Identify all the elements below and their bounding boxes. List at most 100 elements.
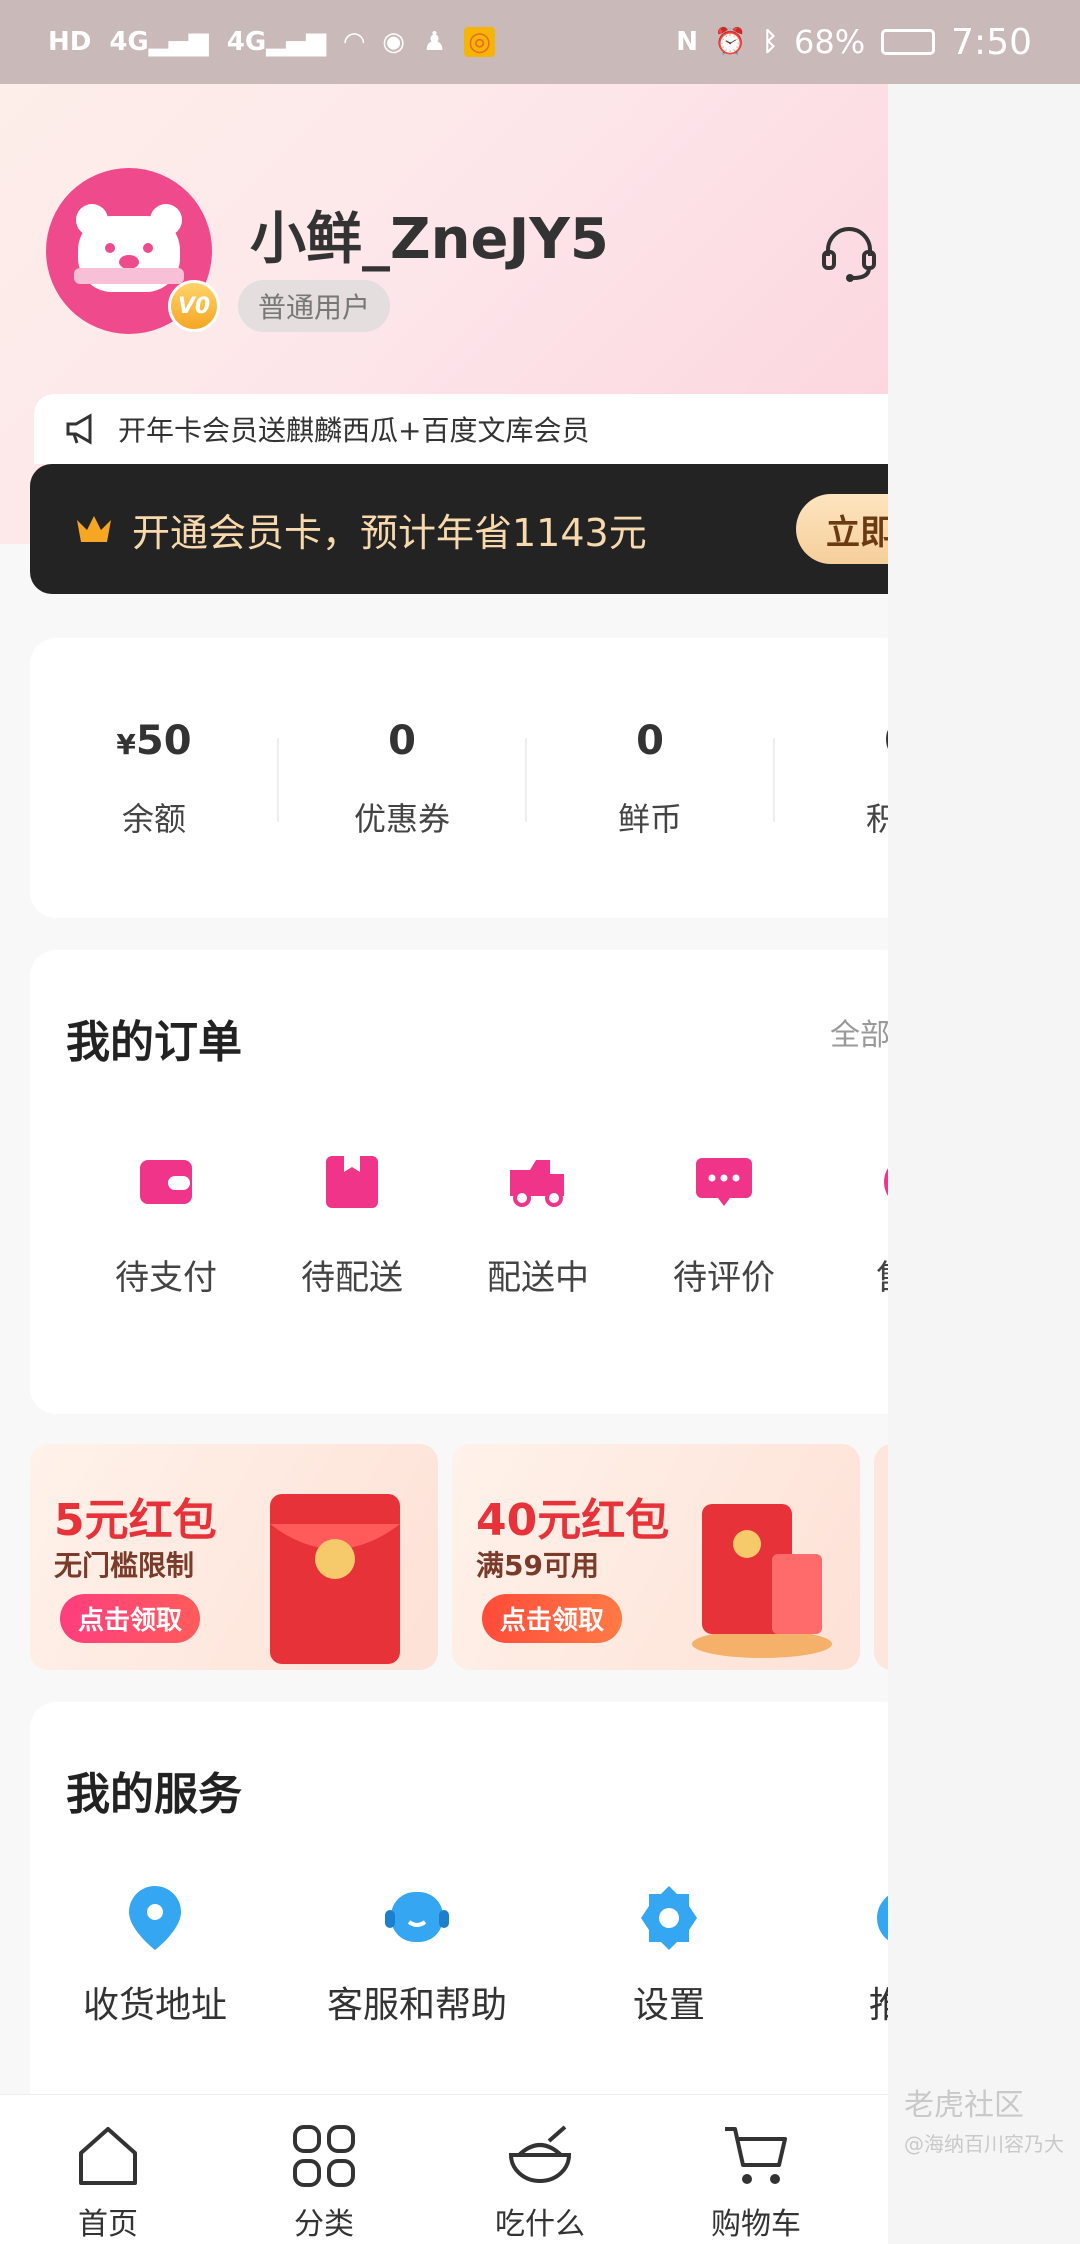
alarm-icon: ⏰ <box>714 27 747 57</box>
aftersale-icon <box>884 1168 888 1196</box>
currency-symbol: ¥ <box>116 728 136 761</box>
service-settings[interactable]: 设置 <box>594 1882 744 2028</box>
asset-label: 鲜币 <box>617 800 682 838</box>
wifi-icon: ◠ <box>344 27 365 57</box>
signal-4g-icon: 4G▂▄▆ <box>109 27 209 57</box>
promo-subtitle: 无门槛限制 <box>54 1549 195 1582</box>
package-icon <box>326 1156 378 1208</box>
order-pending-review[interactable]: 待评价 <box>634 1150 814 1299</box>
vip-text: 开通会员卡，预计年省1143元 <box>132 510 647 555</box>
user-type-badge: 普通用户 <box>238 280 391 332</box>
notice-banner[interactable]: 开年卡会员送麒麟西瓜+百度文库会员 <box>34 394 888 464</box>
service-label: 客服和帮助 <box>326 1985 507 2026</box>
assets-card: ¥50 余额 0 优惠券 0 鲜币 0 积分 <box>30 638 888 918</box>
clock: 7:50 <box>951 21 1032 63</box>
battery-icon <box>881 29 936 55</box>
nav-what-to-eat[interactable]: 吃什么 <box>470 2121 610 2243</box>
level-badge: V0 <box>168 280 220 332</box>
chat-icon <box>696 1158 752 1206</box>
order-after-sale[interactable]: 售后 <box>820 1150 888 1299</box>
asset-points[interactable]: 0 积分 <box>774 718 888 840</box>
nfc-icon: N <box>676 27 699 57</box>
promo-claim-button[interactable]: 点击领取 <box>60 1594 201 1643</box>
orders-all-link[interactable]: 全部 <box>830 1010 888 1054</box>
asset-value: 50 <box>135 718 192 764</box>
nav-category[interactable]: 分类 <box>254 2121 394 2243</box>
eye-icon: ◉ <box>382 27 405 57</box>
promo-card-40yuan[interactable]: 40元红包 满59可用 点击领取 <box>452 1444 860 1670</box>
weibo-icon: ◎ <box>464 27 495 57</box>
service-address[interactable]: 收货地址 <box>60 1882 250 2028</box>
app-screen: V0 小鲜_ZneJY5 普通用户 开年卡会员送麒麟西瓜+百度文库会员 开通会员… <box>0 84 888 2244</box>
asset-label: 余额 <box>121 800 186 838</box>
asset-value: 0 <box>884 718 888 764</box>
category-icon <box>293 2125 355 2187</box>
notice-text: 开年卡会员送麒麟西瓜+百度文库会员 <box>118 414 590 447</box>
order-label: 待支付 <box>115 1258 217 1298</box>
bear-mascot-icon <box>74 204 184 292</box>
asset-label: 优惠券 <box>353 800 450 838</box>
truck-icon <box>510 1160 564 1207</box>
nav-label: 首页 <box>78 2207 138 2242</box>
order-label: 待配送 <box>301 1258 403 1298</box>
order-pending-delivery[interactable]: 待配送 <box>262 1150 442 1299</box>
service-label: 设置 <box>632 1985 705 2026</box>
nav-label: 购物车 <box>711 2207 801 2242</box>
orders-title: 我的订单 <box>66 1017 242 1068</box>
megaphone-icon <box>66 413 92 445</box>
red-envelope-icon <box>270 1494 400 1664</box>
promo-subtitle: 满59可用 <box>476 1549 599 1582</box>
home-icon <box>79 2127 137 2185</box>
services-title: 我的服务 <box>66 1769 242 1820</box>
asset-balance[interactable]: ¥50 余额 <box>30 718 278 840</box>
asset-value: 0 <box>636 718 664 764</box>
promo-claim-button[interactable]: 点击领取 <box>482 1594 623 1643</box>
order-in-delivery[interactable]: 配送中 <box>448 1150 628 1299</box>
order-label: 售后 <box>820 1250 888 1299</box>
signal-4g-icon-2: 4G▂▄▆ <box>226 27 327 57</box>
watermark-sub: @海纳百川容乃大 <box>904 2132 1064 2156</box>
promo-card-5yuan[interactable]: 5元红包 无门槛限制 点击领取 <box>30 1444 438 1670</box>
location-icon <box>129 1886 181 1950</box>
services-card: 我的服务 收货地址 客服和帮助 设置 推 <box>30 1702 888 2122</box>
cart-icon <box>725 2127 787 2184</box>
order-label: 配送中 <box>487 1258 589 1298</box>
status-bar: HD 4G▂▄▆ 4G▂▄▆ ◠ ◉ ♟ ◎ N ⏰ ᛒ 68% 7:50 <box>0 0 1080 84</box>
service-label: 推荐 <box>868 1985 888 2026</box>
bottom-navigation: 首页 分类 吃什么 购物车 <box>0 2094 888 2244</box>
username: 小鲜_ZneJY5 <box>250 207 609 272</box>
asset-label: 积分 <box>865 800 888 838</box>
promo-card-partial[interactable] <box>874 1444 888 1670</box>
nav-home[interactable]: 首页 <box>38 2121 178 2243</box>
service-support[interactable]: 客服和帮助 <box>302 1882 532 2028</box>
bowl-icon <box>508 2125 572 2183</box>
vip-open-button[interactable]: 立即 <box>796 494 888 564</box>
bluetooth-icon: ᛒ <box>762 27 779 57</box>
qq-icon: ♟ <box>422 27 447 57</box>
service-label: 收货地址 <box>82 1985 227 2026</box>
recommend-icon <box>877 1895 888 1941</box>
red-envelope-icon <box>692 1504 832 1658</box>
asset-coupons[interactable]: 0 优惠券 <box>278 718 526 840</box>
asset-fresh-coins[interactable]: 0 鲜币 <box>526 718 774 840</box>
hd-signal-icon: HD <box>48 27 92 57</box>
side-panel <box>888 84 1080 2244</box>
settings-icon <box>641 1886 697 1950</box>
wallet-icon <box>140 1160 192 1204</box>
order-pending-payment[interactable]: 待支付 <box>76 1150 256 1299</box>
vip-banner[interactable]: 开通会员卡，预计年省1143元 立即 <box>30 464 888 594</box>
watermark: 老虎社区 <box>904 2088 1024 2123</box>
battery-percent: 68% <box>794 23 866 61</box>
promo-title: 5元红包 <box>54 1495 217 1546</box>
order-label: 待评价 <box>673 1258 775 1298</box>
service-recommend[interactable]: 推荐 <box>830 1882 888 2028</box>
nav-label: 吃什么 <box>495 2207 585 2242</box>
nav-cart[interactable]: 购物车 <box>686 2121 826 2243</box>
asset-value: 0 <box>388 718 416 764</box>
nav-label: 分类 <box>294 2207 354 2242</box>
promo-title: 40元红包 <box>476 1495 670 1546</box>
headset-icon[interactable] <box>818 222 880 284</box>
support-robot-icon <box>385 1892 449 1942</box>
crown-icon <box>77 516 111 542</box>
orders-card: 我的订单 全部 待支付 待配送 配送中 待评价 <box>30 950 888 1414</box>
